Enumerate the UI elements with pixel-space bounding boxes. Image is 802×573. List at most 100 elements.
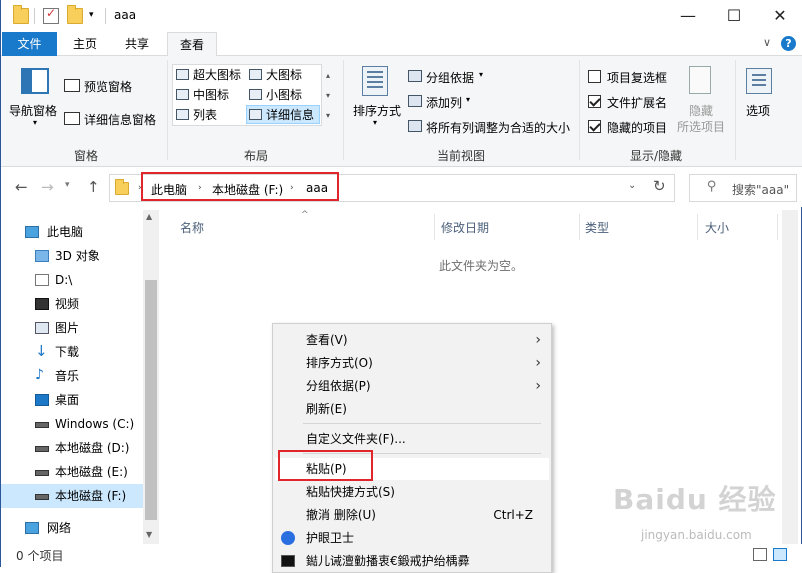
picture-icon: [35, 322, 49, 334]
sidebar-item-label: 下载: [55, 345, 80, 359]
column-divider[interactable]: [777, 214, 778, 240]
refresh-icon[interactable]: ↻: [653, 177, 666, 195]
tab-share[interactable]: 共享: [113, 32, 161, 56]
hidden-items-checkbox[interactable]: [588, 120, 601, 133]
sidebar-item-drive-c[interactable]: Windows (C:): [1, 412, 143, 436]
sidebar-item-music[interactable]: ♪ 音乐: [1, 364, 143, 388]
menu-item-label: 鐑儿诫澶勭播衷€鍛戒护绐楀彛: [306, 554, 470, 568]
column-divider[interactable]: [434, 214, 435, 240]
medium-icons-icon: [176, 89, 189, 100]
column-divider[interactable]: [579, 214, 580, 240]
menu-item-view[interactable]: 查看(V) ›: [275, 329, 549, 351]
group-divider: [579, 60, 580, 160]
address-dropdown-icon[interactable]: ⌄: [628, 180, 636, 191]
layout-label: 超大图标: [193, 68, 242, 82]
layout-medium-icons[interactable]: 中图标: [176, 86, 229, 105]
desktop-icon: [35, 394, 49, 406]
large-icons-icon: [249, 69, 262, 80]
large-icons-view-icon[interactable]: [773, 548, 787, 561]
sort-icon: [362, 66, 388, 96]
sidebar-item-drive-f[interactable]: 本地磁盘 (F:): [1, 484, 143, 508]
scroll-down-icon[interactable]: ▼: [146, 530, 152, 539]
up-arrow-icon[interactable]: ↑: [87, 178, 100, 196]
hide-selected-button[interactable]: 所选项目: [677, 118, 725, 135]
column-size[interactable]: 大小: [705, 219, 729, 236]
column-date-modified[interactable]: 修改日期: [441, 219, 489, 236]
recent-locations-icon[interactable]: ▾: [65, 180, 70, 190]
column-divider[interactable]: [697, 214, 698, 240]
menu-item-paste-shortcut[interactable]: 粘贴快捷方式(S): [275, 481, 549, 503]
chevron-down-icon[interactable]: ▾: [466, 95, 470, 104]
sidebar-item-d-folder[interactable]: D:\: [1, 268, 143, 292]
search-input[interactable]: ⚲ 搜索"aaa": [689, 174, 797, 202]
layout-extra-large-icons[interactable]: 超大图标: [176, 66, 241, 85]
ribbon: 导航窗格 ▾ 预览窗格 详细信息窗格 窗格 超大图标 大图标 中图标 小图标 列…: [1, 56, 802, 167]
tab-view[interactable]: 查看: [167, 32, 217, 57]
close-button[interactable]: ✕: [757, 0, 802, 32]
scroll-up-icon[interactable]: ▲: [146, 212, 152, 221]
layout-small-icons[interactable]: 小图标: [249, 86, 302, 105]
maximize-button[interactable]: ☐: [711, 0, 757, 32]
navigation-pane-button[interactable]: 导航窗格: [9, 102, 57, 119]
layout-list[interactable]: 列表: [176, 106, 217, 125]
hide-button-label[interactable]: 隐藏: [689, 102, 713, 119]
item-checkboxes-checkbox[interactable]: [588, 70, 601, 83]
sidebar-item-drive-d[interactable]: 本地磁盘 (D:): [1, 436, 143, 460]
column-type[interactable]: 类型: [585, 219, 609, 236]
menu-item-group-by[interactable]: 分组依据(P) ›: [275, 375, 549, 397]
title-bar: ✓ ▾ aaa — ☐ ✕: [1, 0, 802, 32]
nav-scrollbar-thumb[interactable]: [145, 280, 157, 520]
gallery-scroll-icon[interactable]: ▴ ▾ ▾: [326, 66, 330, 126]
column-name[interactable]: 名称: [180, 219, 204, 236]
highlight-box: [278, 450, 373, 481]
sidebar-item-network[interactable]: 网络: [1, 516, 143, 540]
customize-quick-access-icon[interactable]: ▾: [89, 10, 94, 20]
menu-item-label: 分组依据(P): [306, 379, 371, 393]
group-by-button[interactable]: 分组依据: [426, 69, 474, 86]
layout-details[interactable]: 详细信息: [246, 105, 320, 124]
chevron-down-icon[interactable]: ▾: [33, 118, 37, 127]
sidebar-item-this-pc[interactable]: 此电脑: [1, 220, 143, 244]
divider: [105, 8, 106, 24]
tab-file[interactable]: 文件: [2, 32, 57, 56]
menu-item-refresh[interactable]: 刷新(E): [275, 398, 549, 420]
layout-large-icons[interactable]: 大图标: [249, 66, 302, 85]
navigation-pane-icon: [21, 68, 49, 94]
options-button[interactable]: 选项: [746, 102, 770, 119]
menu-item-customize-folder[interactable]: 自定义文件夹(F)...: [275, 428, 549, 450]
new-folder-icon[interactable]: [67, 5, 83, 24]
details-view-icon[interactable]: [753, 548, 767, 561]
content-scrollbar[interactable]: [782, 210, 798, 544]
forward-arrow-icon[interactable]: →: [41, 178, 54, 196]
minimize-button[interactable]: —: [665, 0, 711, 32]
drive-icon: [35, 470, 49, 476]
sidebar-item-drive-e[interactable]: 本地磁盘 (E:): [1, 460, 143, 484]
sidebar-item-pictures[interactable]: 图片: [1, 316, 143, 340]
eye-guard-icon: [281, 531, 295, 545]
sidebar-item-desktop[interactable]: 桌面: [1, 388, 143, 412]
add-column-button[interactable]: 添加列: [426, 94, 462, 111]
sidebar-item-label: 视频: [55, 297, 80, 311]
help-icon[interactable]: ?: [781, 36, 796, 51]
file-extensions-checkbox[interactable]: [588, 95, 601, 108]
fit-columns-button[interactable]: 将所有列调整为合适的大小: [426, 119, 570, 136]
sidebar-item-downloads[interactable]: ↓ 下载: [1, 340, 143, 364]
sidebar-item-3d-objects[interactable]: 3D 对象: [1, 244, 143, 268]
properties-icon[interactable]: ✓: [43, 6, 59, 24]
menu-item-undo-delete[interactable]: 撤消 删除(U) Ctrl+Z: [275, 504, 549, 526]
sidebar-item-videos[interactable]: 视频: [1, 292, 143, 316]
preview-pane-button[interactable]: 预览窗格: [84, 78, 132, 95]
tab-home[interactable]: 主页: [63, 32, 107, 56]
expand-ribbon-icon[interactable]: ∨: [763, 36, 771, 49]
chevron-down-icon[interactable]: ▾: [373, 118, 377, 127]
menu-item-eye-guard[interactable]: 护眼卫士: [275, 527, 549, 549]
menu-item-command-window[interactable]: 鐑儿诫澶勭播衷€鍛戒护绐楀彛: [275, 550, 549, 572]
document-icon: [35, 274, 49, 286]
details-pane-button[interactable]: 详细信息窗格: [84, 111, 156, 128]
back-arrow-icon[interactable]: ←: [15, 178, 28, 196]
chevron-down-icon[interactable]: ▾: [479, 70, 483, 79]
list-icon: [176, 109, 189, 120]
menu-item-sort-by[interactable]: 排序方式(O) ›: [275, 352, 549, 374]
sort-by-button[interactable]: 排序方式: [353, 102, 401, 119]
column-header: ^ 名称 修改日期 类型 大小: [161, 210, 781, 240]
